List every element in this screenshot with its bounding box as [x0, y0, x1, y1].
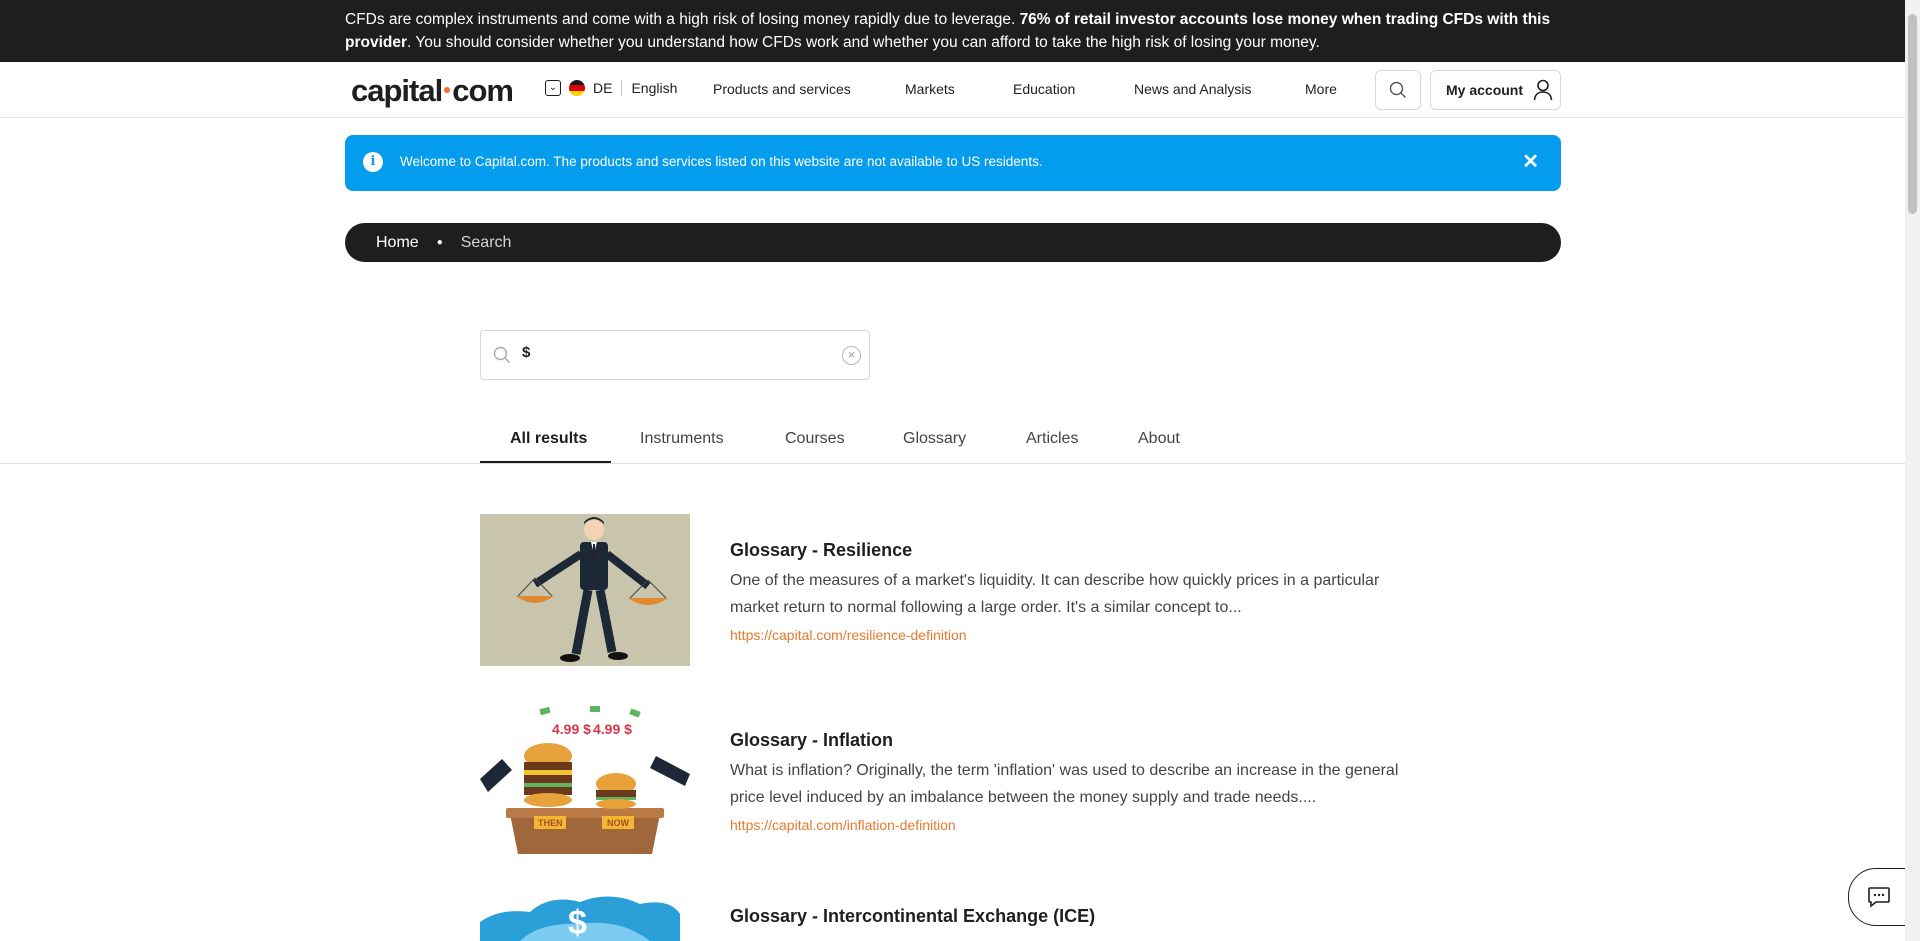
capital-com-logo[interactable]: capital com: [351, 73, 514, 109]
price-left-label: 4.99 $: [552, 721, 591, 737]
search-result: 4.99 $ 4.99 $ THEN NOW Glossary - Inflat…: [480, 704, 1420, 864]
language-label: English: [631, 80, 678, 96]
nav-products-and-services[interactable]: Products and services: [713, 81, 851, 97]
logo-dot: [444, 86, 451, 93]
logo-text-left: capital: [351, 73, 443, 108]
user-icon: [1533, 79, 1553, 101]
country-code: DE: [593, 80, 613, 96]
result-link[interactable]: https://capital.com/inflation-definition: [730, 817, 956, 833]
risk-text-end: . You should consider whether you unders…: [407, 34, 1320, 51]
search-result: $ Glossary - Intercontinental Exchange (…: [480, 892, 1420, 941]
scrollbar-thumb[interactable]: [1908, 14, 1917, 214]
logo-text-right: com: [452, 73, 514, 108]
result-thumbnail[interactable]: [480, 514, 690, 666]
search-input[interactable]: [522, 344, 822, 361]
clear-search-icon[interactable]: ×: [842, 346, 861, 365]
breadcrumb-separator: ●: [436, 237, 443, 248]
chat-support-button[interactable]: [1848, 868, 1905, 926]
now-label: NOW: [607, 818, 630, 828]
tab-courses[interactable]: Courses: [785, 430, 845, 448]
active-tab-underline: [480, 461, 611, 463]
tab-articles[interactable]: Articles: [1026, 430, 1078, 448]
result-title[interactable]: Glossary - Resilience: [730, 540, 912, 561]
search-icon: [1389, 81, 1406, 98]
search-result: Glossary - Resilience One of the measure…: [480, 514, 1420, 674]
nav-markets[interactable]: Markets: [905, 81, 955, 97]
breadcrumb-current: Search: [460, 233, 512, 251]
page: CFDs are complex instruments and come wi…: [0, 0, 1905, 941]
price-right-label: 4.99 $: [593, 721, 632, 737]
search-icon: [493, 346, 510, 363]
result-description: One of the measures of a market's liquid…: [730, 572, 1380, 616]
tab-instruments[interactable]: Instruments: [640, 430, 724, 448]
then-label: THEN: [538, 818, 563, 828]
germany-flag-icon: [569, 80, 585, 96]
tab-about[interactable]: About: [1138, 430, 1180, 448]
chevron-down-icon: ⌄: [545, 80, 561, 96]
header-search-button[interactable]: [1375, 70, 1421, 110]
page-scrollbar[interactable]: [1905, 0, 1920, 941]
businessman-scales-illustration: [480, 514, 690, 666]
site-header: capital com ⌄ DE English Products and ser…: [0, 62, 1905, 118]
tab-glossary[interactable]: Glossary: [903, 430, 966, 448]
result-thumbnail[interactable]: $: [480, 892, 690, 941]
my-account-label: My account: [1446, 82, 1524, 98]
risk-warning-banner: CFDs are complex instruments and come wi…: [0, 0, 1905, 62]
result-thumbnail[interactable]: 4.99 $ 4.99 $ THEN NOW: [480, 704, 690, 856]
nav-more[interactable]: More: [1305, 81, 1337, 97]
search-field: ×: [480, 330, 870, 380]
dollar-cloud-illustration: $: [480, 892, 690, 941]
svg-text:$: $: [568, 904, 587, 941]
close-icon[interactable]: ✕: [1522, 149, 1539, 174]
info-icon: i: [363, 152, 383, 172]
notice-text: Welcome to Capital.com. The products and…: [400, 154, 1043, 169]
my-account-button[interactable]: My account: [1430, 70, 1561, 110]
result-title[interactable]: Glossary - Inflation: [730, 730, 893, 751]
divider: [621, 80, 623, 96]
result-description: What is inflation? Originally, the term …: [730, 762, 1399, 806]
us-residents-notice: i Welcome to Capital.com. The products a…: [345, 135, 1561, 191]
language-selector[interactable]: ⌄ DE English: [545, 80, 677, 96]
nav-education[interactable]: Education: [1013, 81, 1075, 97]
burger-inflation-illustration: 4.99 $ 4.99 $ THEN NOW: [480, 704, 690, 856]
results-tabs: All results Instruments Courses Glossary…: [0, 426, 1905, 464]
tab-all-results[interactable]: All results: [510, 430, 587, 448]
result-title[interactable]: Glossary - Intercontinental Exchange (IC…: [730, 906, 1095, 927]
breadcrumb: Home ● Search: [345, 223, 1561, 262]
risk-text-start: CFDs are complex instruments and come wi…: [345, 11, 1020, 28]
nav-news-and-analysis[interactable]: News and Analysis: [1134, 81, 1252, 97]
breadcrumb-home[interactable]: Home: [376, 234, 419, 252]
result-link[interactable]: https://capital.com/resilience-definitio…: [730, 627, 967, 643]
chat-icon: [1868, 887, 1890, 908]
